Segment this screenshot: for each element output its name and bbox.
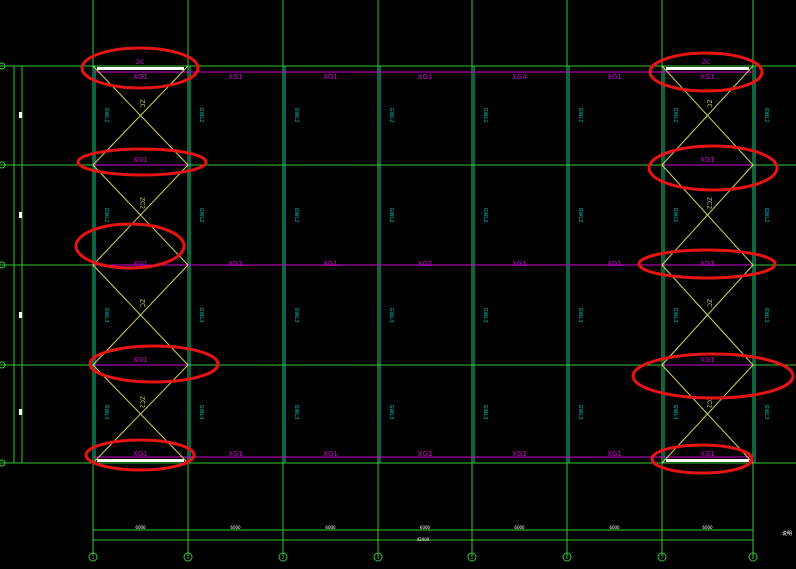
rafter-label-c3-r3: GWL3	[293, 308, 299, 323]
rafter-label-c1-r3: GWL3	[103, 308, 109, 323]
purlin-label-r4-b7: XG1	[700, 356, 715, 364]
purlin-label-r1-b1: XG1	[133, 73, 148, 81]
purlin-label-r5-b3: XG1	[323, 450, 338, 458]
rafter-label-c7-r1: GWL2	[672, 108, 678, 123]
roof-bracing-plan: 1 2 3 4 5 6 7 8 6000 6000 6000 6000 6000 6000 6000 4200…	[0, 0, 796, 562]
bay-dim-label-2: 6000	[230, 525, 241, 530]
bracing-label-right-3: ZC	[706, 299, 713, 307]
purlin-label-r5-b4: XG1	[418, 450, 433, 458]
bay-dim-label-1: 6000	[135, 525, 146, 530]
rafter-label-c6-r2: GWL2	[577, 208, 583, 223]
rafter-label-c2-r1: GWL2	[198, 108, 204, 123]
purlin-label-r1-b2: XG1	[228, 73, 243, 81]
rafter-label-c5-r2: GWL2	[482, 208, 488, 223]
purlin-label-r5-b5: XG1	[512, 450, 527, 458]
bracing-label-left-2: ZC2	[139, 197, 146, 209]
axis-label-8: 8	[752, 555, 755, 560]
axis-label-7: 7	[661, 555, 664, 560]
end-bar-top-2	[666, 67, 749, 70]
bracing-label-right-2: ZC2	[706, 197, 713, 209]
rafter-label-c5-r4: GWL3	[482, 405, 488, 420]
axis-label-2: 2	[187, 555, 190, 560]
purlin-label-r5-b7: XG1	[700, 450, 715, 458]
purlin-label-r1-b6: XG1	[607, 73, 622, 81]
left-dim-mark-2	[19, 212, 22, 218]
rafter-label-c8-r1: GWL2	[763, 108, 769, 123]
highlight-ellipse-7	[647, 144, 779, 192]
left-dim-mark-4	[19, 409, 22, 415]
rafter-label-c5-r3: GWL3	[482, 308, 488, 323]
drawing-note: 说明	[782, 530, 792, 537]
rafter-label-c3-r2: GWL2	[293, 208, 299, 223]
purlin-label-r3-b5: XG1	[512, 260, 527, 268]
purlin-label-r2-b7: XG1	[700, 156, 715, 164]
rafter-label-c1-r1: GWL2	[103, 108, 109, 123]
rafter-label-c7-r4: GWL3	[672, 405, 678, 420]
axis-label-4: 4	[377, 555, 380, 560]
purlin-label-r5-b2: XG1	[228, 450, 243, 458]
axis-label-1: 1	[92, 555, 95, 560]
purlin-label-r3-b7: XG1	[700, 260, 715, 268]
purlin-label-r1-b5: XG4	[512, 73, 527, 81]
bay-dim-label-6: 6000	[609, 525, 620, 530]
bay-dim-label-4: 6000	[420, 525, 431, 530]
rafter-label-c4-r4: GWL3	[388, 405, 394, 420]
rafter-label-c8-r3: GWL3	[763, 308, 769, 323]
highlight-ellipse-4	[88, 344, 220, 384]
rafter-label-c3-r4: GWL3	[293, 405, 299, 420]
purlin-label-r3-b4: XG1	[418, 260, 433, 268]
top-label-left: ZC	[136, 59, 144, 66]
rafter-label-c4-r2: GWL2	[388, 208, 394, 223]
axis-label-3: 3	[282, 555, 285, 560]
rafter-label-c2-r3: GWL3	[198, 308, 204, 323]
overall-dim-label: 42000	[417, 537, 430, 542]
rafter-label-c4-r1: GWL2	[388, 108, 394, 123]
bracing-label-left-4: ZC2	[139, 396, 146, 408]
rafter-label-c3-r1: GWL2	[293, 108, 299, 123]
purlin-label-r1-b3: XG1	[323, 73, 338, 81]
top-label-right: ZC	[702, 59, 710, 66]
cad-drawing-canvas[interactable]: 1 2 3 4 5 6 7 8 6000 6000 6000 6000 6000 6000 6000 4200…	[0, 0, 796, 565]
rafter-label-c6-r4: GWL3	[577, 405, 583, 420]
rafter-label-c1-r2: GWL2	[103, 208, 109, 223]
end-bar-bottom-2	[666, 459, 749, 462]
rafter-label-c8-r2: GWL2	[763, 208, 769, 223]
bracing-label-left-3: ZC	[139, 299, 146, 307]
purlin-label-r3-b3: XG1	[323, 260, 338, 268]
left-dim-mark-3	[19, 312, 22, 318]
axis-label-5: 5	[471, 555, 474, 560]
end-bar-bottom-1	[97, 459, 184, 462]
rafter-label-c5-r1: GWL2	[482, 108, 488, 123]
rafter-label-c4-r3: GWL3	[388, 308, 394, 323]
rafter-label-c8-r4: GWL3	[763, 405, 769, 420]
highlight-ellipse-3	[74, 222, 186, 270]
purlin-label-r2-b1: XG1	[133, 156, 148, 164]
rafter-label-c6-r1: GWL2	[577, 108, 583, 123]
bay-dim-label-5: 6000	[514, 525, 525, 530]
purlin-label-r5-b1: XG1	[133, 450, 148, 458]
purlin-label-r1-b4: XG1	[418, 73, 433, 81]
purlin-label-r4-b1: XG1	[133, 356, 148, 364]
bay-dim-label-7: 6000	[702, 525, 713, 530]
bracing-label-right-1: ZC	[706, 99, 713, 107]
purlin-label-r3-b2: XG1	[228, 260, 243, 268]
rafter-label-c6-r3: GWL3	[577, 308, 583, 323]
bay-dim-label-3: 6000	[325, 525, 336, 530]
left-dim-mark-1	[19, 112, 22, 118]
rafter-label-c2-r4: GWL3	[198, 405, 204, 420]
rafter-label-c7-r2: GWL2	[672, 208, 678, 223]
end-bar-top-1	[97, 67, 184, 70]
rafter-label-c7-r3: GWL3	[672, 308, 678, 323]
purlin-label-r3-b6: XG1	[607, 260, 622, 268]
rafter-label-c2-r2: GWL2	[198, 208, 204, 223]
axis-label-6: 6	[566, 555, 569, 560]
rafter-label-c1-r4: GWL3	[103, 405, 109, 420]
bracing-label-left-1: ZC	[139, 99, 146, 107]
purlin-label-r1-b7: XG1	[700, 73, 715, 81]
purlin-label-r5-b6: XG1	[607, 450, 622, 458]
